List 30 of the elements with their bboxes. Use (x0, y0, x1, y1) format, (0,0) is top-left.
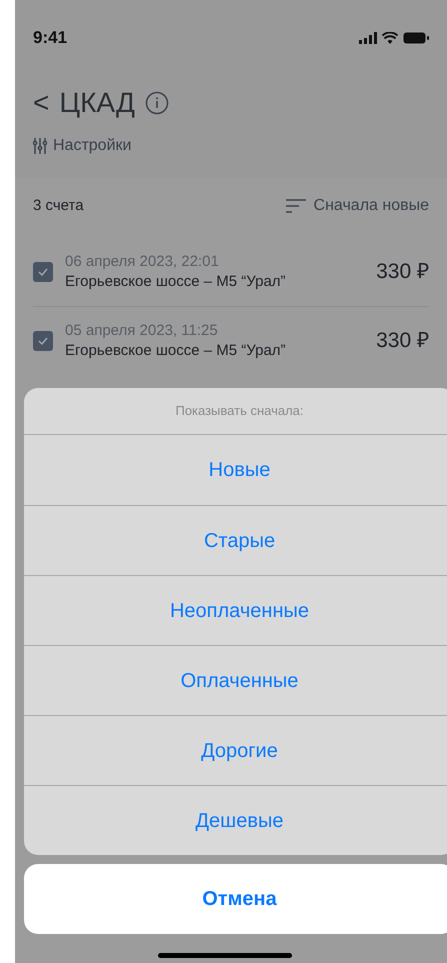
sort-option[interactable]: Новые (24, 435, 447, 505)
status-time: 9:41 (33, 27, 68, 50)
sliders-icon (33, 138, 47, 154)
invoice-date: 06 апреля 2023, 22:01 (65, 252, 220, 272)
sort-option[interactable]: Дешевые (24, 785, 447, 855)
sort-button[interactable]: Сначала новые (286, 194, 429, 218)
settings-link[interactable]: Настройки (15, 134, 150, 158)
back-button[interactable]: < (33, 89, 50, 117)
invoice-count: 3 счета (33, 196, 84, 216)
invoice-date: 05 апреля 2023, 11:25 (65, 321, 219, 341)
invoice-route: Егорьевское шоссе – М5 “Урал” (65, 341, 287, 361)
sort-icon (286, 199, 306, 213)
battery-icon (403, 32, 429, 44)
sort-option[interactable]: Неоплаченные (24, 575, 447, 645)
info-icon[interactable] (144, 91, 169, 115)
wifi-icon (382, 32, 398, 44)
sort-option[interactable]: Старые (24, 505, 447, 575)
signal-icon (359, 32, 377, 44)
check-icon (38, 337, 48, 345)
action-sheet-title: Показывать сначала: (24, 388, 447, 435)
page-title: ЦКАД (59, 86, 135, 120)
check-icon (38, 268, 48, 276)
row-checkbox[interactable] (33, 331, 53, 351)
row-checkbox[interactable] (33, 262, 53, 282)
cancel-button[interactable]: Отмена (24, 864, 447, 934)
invoice-amount: 330 ₽ (376, 259, 429, 286)
invoice-route: Егорьевское шоссе – М5 “Урал” (65, 272, 287, 292)
sort-option[interactable]: Дорогие (24, 715, 447, 785)
invoice-amount: 330 ₽ (376, 328, 429, 354)
sort-option[interactable]: Оплаченные (24, 645, 447, 715)
